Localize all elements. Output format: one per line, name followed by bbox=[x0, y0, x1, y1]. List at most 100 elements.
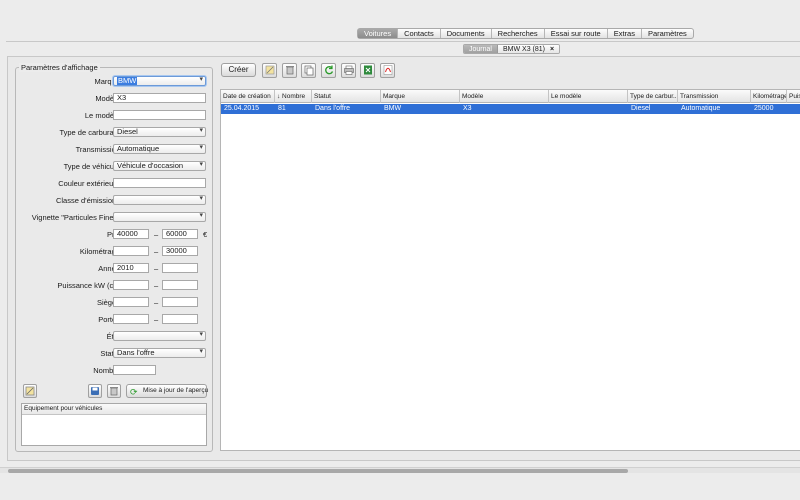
col-transmission[interactable]: Transmission bbox=[678, 90, 751, 103]
transmission-select[interactable]: Automatique bbox=[113, 144, 206, 154]
cell-puissance bbox=[787, 104, 800, 114]
nav-tab-essai[interactable]: Essai sur route bbox=[545, 29, 608, 38]
col-modele[interactable]: Modèle bbox=[460, 90, 549, 103]
col-statut[interactable]: Statut bbox=[312, 90, 381, 103]
euro-unit: € bbox=[203, 230, 208, 239]
range-dash: – bbox=[154, 315, 159, 324]
cell-modele: X3 bbox=[463, 105, 472, 112]
save-filter-button[interactable] bbox=[88, 384, 102, 398]
update-preview-button[interactable]: ⟳ Mise à jour de l'aperçu bbox=[126, 384, 208, 398]
refresh-icon bbox=[324, 65, 333, 75]
range-dash: – bbox=[154, 247, 159, 256]
trash-icon bbox=[285, 66, 294, 75]
scrollbar-thumb[interactable] bbox=[8, 469, 628, 473]
nav-tab-recherches[interactable]: Recherches bbox=[492, 29, 545, 38]
col-marque[interactable]: Marque bbox=[381, 90, 460, 103]
nav-tab-extras[interactable]: Extras bbox=[608, 29, 642, 38]
statut-select[interactable]: Dans l'offre bbox=[113, 348, 206, 358]
equipment-header: Equipement pour véhicules bbox=[22, 404, 206, 415]
range-dash: – bbox=[154, 230, 159, 239]
modele-field[interactable]: X3 bbox=[113, 93, 206, 103]
col-date[interactable]: Date de création bbox=[221, 90, 275, 103]
row-couleur: Couleur extérieure: bbox=[15, 178, 213, 190]
le-modele-field[interactable] bbox=[113, 110, 206, 120]
nav-tab-documents[interactable]: Documents bbox=[441, 29, 492, 38]
close-icon[interactable]: × bbox=[550, 46, 554, 53]
couleur-field[interactable] bbox=[113, 178, 206, 188]
save-icon bbox=[91, 387, 99, 395]
sieges-max-field[interactable] bbox=[162, 297, 198, 307]
marque-select[interactable]: BMW bbox=[113, 76, 206, 86]
table-header: Date de création ↓ Nombre Statut Marque … bbox=[221, 90, 800, 103]
copy-button[interactable] bbox=[301, 63, 316, 78]
km-max-field[interactable]: 30000 bbox=[162, 246, 198, 256]
etat-select[interactable] bbox=[113, 331, 206, 341]
range-dash: – bbox=[154, 281, 159, 290]
pdf-icon bbox=[383, 65, 392, 75]
row-modele: Modèle: X3 bbox=[15, 93, 213, 105]
tab-bmw-x3-label: BMW X3 (81) bbox=[502, 46, 545, 53]
nav-tab-voitures[interactable]: Voitures bbox=[358, 29, 399, 38]
prix-max-field[interactable]: 60000 bbox=[162, 229, 198, 239]
divider bbox=[6, 41, 800, 42]
cell-marque: BMW bbox=[384, 105, 402, 112]
emissions-select[interactable] bbox=[113, 195, 206, 205]
table-row[interactable]: 25.04.2015 81 Dans l'offre BMW X3 Diesel… bbox=[221, 104, 800, 114]
tab-bmw-x3[interactable]: BMW X3 (81) × bbox=[497, 45, 560, 53]
vehicule-select[interactable]: Véhicule d'occasion bbox=[113, 161, 206, 171]
print-button[interactable] bbox=[341, 63, 356, 78]
document-tabs: Journal BMW X3 (81) × bbox=[463, 44, 561, 54]
tab-journal[interactable]: Journal bbox=[464, 45, 498, 53]
row-sieges: Sièges: – bbox=[15, 297, 213, 309]
row-km: Kilométrage: – 30000 bbox=[15, 246, 213, 258]
row-emissions: Classe d'émissions: bbox=[15, 195, 213, 207]
col-puissance[interactable]: Puis bbox=[787, 90, 800, 103]
cell-date: 25.04.2015 bbox=[224, 105, 260, 112]
delete-filter-button[interactable] bbox=[107, 384, 121, 398]
col-kilometrage[interactable]: Kilométrage bbox=[751, 90, 787, 103]
annee-min-field[interactable]: 2010 bbox=[113, 263, 149, 273]
cell-carburant: Diesel bbox=[631, 105, 651, 112]
horizontal-scrollbar[interactable] bbox=[0, 467, 800, 473]
puissance-min-field[interactable] bbox=[113, 280, 149, 290]
row-vignette: Vignette "Particules Fines": bbox=[15, 212, 213, 224]
vignette-select[interactable] bbox=[113, 212, 206, 222]
row-portes: Portes: – bbox=[15, 314, 213, 326]
col-le-modele[interactable]: Le modèle bbox=[549, 90, 628, 103]
col-nombre[interactable]: ↓ Nombre bbox=[275, 90, 312, 103]
printer-icon bbox=[343, 65, 354, 75]
portes-max-field[interactable] bbox=[162, 314, 198, 324]
puissance-max-field[interactable] bbox=[162, 280, 198, 290]
sieges-min-field[interactable] bbox=[113, 297, 149, 307]
row-annee: Année: 2010 – bbox=[15, 263, 213, 275]
cell-le-modele bbox=[549, 104, 628, 114]
row-statut: Statut: Dans l'offre bbox=[15, 348, 213, 360]
row-marque: Marque: BMW bbox=[15, 76, 213, 88]
equipment-list[interactable]: Equipement pour véhicules bbox=[21, 403, 207, 446]
marque-value: BMW bbox=[117, 76, 138, 85]
create-button[interactable]: Créer bbox=[221, 63, 256, 77]
annee-max-field[interactable] bbox=[162, 263, 198, 273]
edit-button[interactable] bbox=[262, 63, 277, 78]
export-excel-button[interactable] bbox=[360, 63, 375, 78]
refresh-button[interactable] bbox=[321, 63, 336, 78]
export-pdf-button[interactable] bbox=[380, 63, 395, 78]
nombre-field[interactable] bbox=[113, 365, 156, 375]
excel-icon bbox=[363, 65, 372, 75]
nav-tab-parametres[interactable]: Paramètres bbox=[642, 29, 693, 38]
clear-filter-button[interactable] bbox=[23, 384, 37, 398]
carburant-select[interactable]: Diesel bbox=[113, 127, 206, 137]
main-nav: Voitures Contacts Documents Recherches E… bbox=[357, 28, 694, 39]
col-carburant[interactable]: Type de carbur... bbox=[628, 90, 678, 103]
row-transmission: Transmission: Automatique bbox=[15, 144, 213, 156]
km-min-field[interactable] bbox=[113, 246, 149, 256]
vehicle-table: Date de création ↓ Nombre Statut Marque … bbox=[220, 89, 800, 451]
row-nombre: Nombre: bbox=[15, 365, 213, 377]
cell-statut: Dans l'offre bbox=[315, 105, 351, 112]
prix-min-field[interactable]: 40000 bbox=[113, 229, 149, 239]
row-prix: Prix: 40000 – 60000 € bbox=[15, 229, 213, 241]
portes-min-field[interactable] bbox=[113, 314, 149, 324]
nav-tab-contacts[interactable]: Contacts bbox=[398, 29, 441, 38]
row-le-modele: Le modèle: bbox=[15, 110, 213, 122]
delete-button[interactable] bbox=[282, 63, 297, 78]
